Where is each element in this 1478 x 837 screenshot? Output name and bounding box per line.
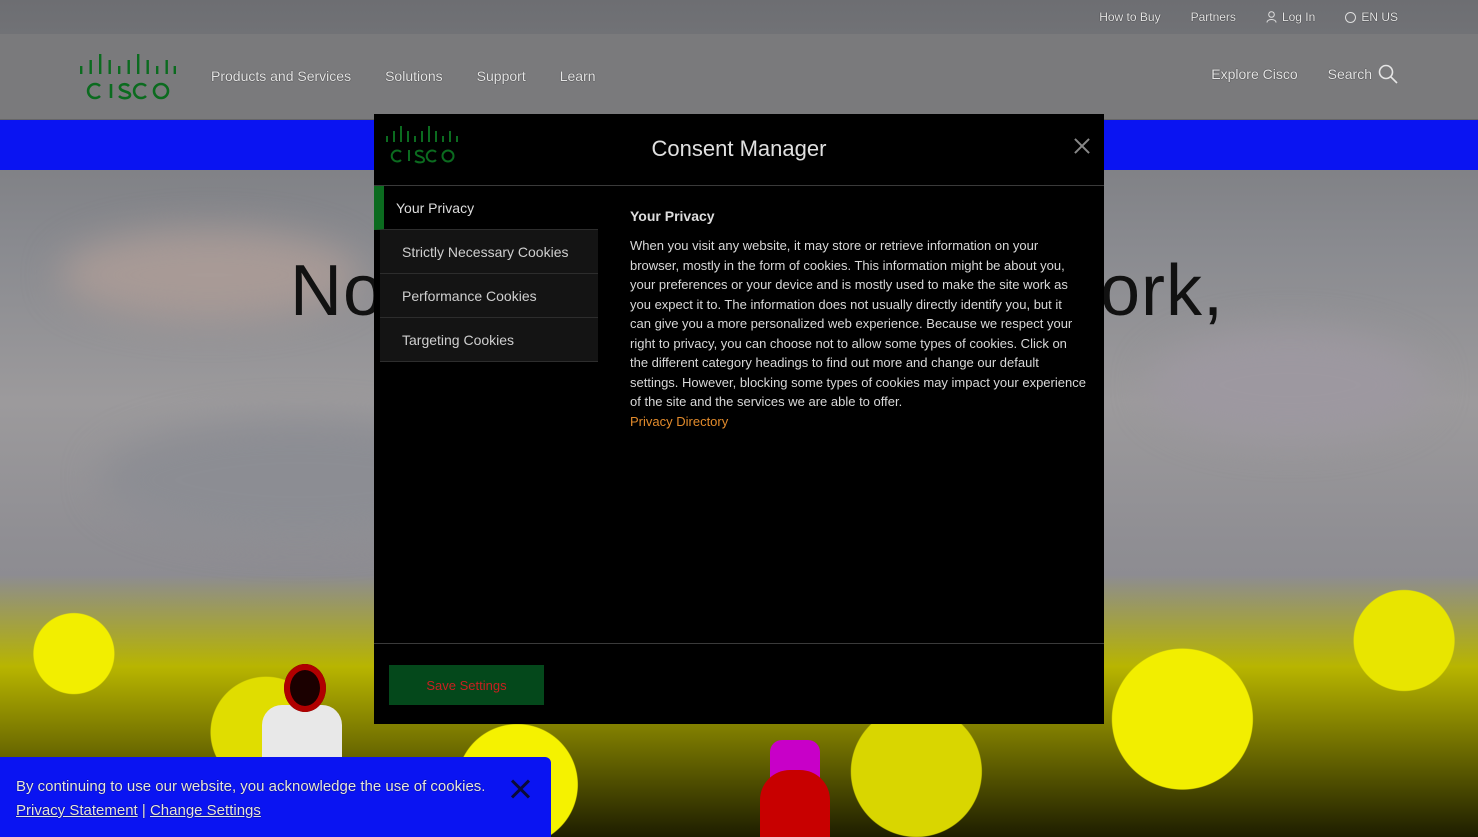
hero-headline-left: No bbox=[290, 251, 385, 331]
utility-bar: How to Buy Partners Log In EN US bbox=[0, 0, 1478, 34]
log-in-label: Log In bbox=[1281, 10, 1316, 24]
link-separator: | bbox=[141, 802, 146, 819]
hero-headline-right: ork, bbox=[1100, 251, 1225, 331]
language-selector[interactable]: EN US bbox=[1345, 10, 1398, 24]
nav-item-products[interactable]: Products and Services bbox=[211, 68, 351, 84]
explore-cisco-link[interactable]: Explore Cisco bbox=[1211, 66, 1297, 82]
cloud bbox=[1150, 330, 1430, 440]
cisco-logo[interactable] bbox=[80, 50, 176, 102]
cookie-category-tabs: Your Privacy Strictly Necessary Cookies … bbox=[374, 186, 598, 362]
tab-strictly-necessary-cookies[interactable]: Strictly Necessary Cookies bbox=[380, 230, 598, 274]
main-header: Products and Services Solutions Support … bbox=[0, 34, 1478, 120]
person-head bbox=[284, 664, 326, 712]
user-icon bbox=[1266, 11, 1277, 23]
search-icon bbox=[1378, 64, 1398, 84]
tab-your-privacy[interactable]: Your Privacy bbox=[374, 186, 598, 230]
change-settings-link[interactable]: Change Settings bbox=[150, 802, 261, 819]
nav-item-support[interactable]: Support bbox=[477, 68, 526, 84]
modal-footer: Save Settings bbox=[374, 643, 1104, 724]
nav-item-learn[interactable]: Learn bbox=[560, 68, 596, 84]
privacy-directory-link[interactable]: Privacy Directory bbox=[630, 412, 1086, 432]
content-body: When you visit any website, it may store… bbox=[630, 238, 1086, 409]
partners-link[interactable]: Partners bbox=[1191, 10, 1236, 24]
modal-header: Consent Manager bbox=[374, 114, 1104, 186]
close-icon[interactable] bbox=[1074, 138, 1090, 154]
cookie-banner: By continuing to use our website, you ac… bbox=[0, 757, 551, 837]
how-to-buy-link[interactable]: How to Buy bbox=[1099, 10, 1160, 24]
tab-content-panel: Your Privacy When you visit any website,… bbox=[630, 208, 1086, 431]
privacy-statement-link[interactable]: Privacy Statement bbox=[16, 802, 138, 819]
person-figure bbox=[760, 770, 830, 837]
search-button[interactable]: Search bbox=[1328, 64, 1398, 84]
tab-performance-cookies[interactable]: Performance Cookies bbox=[380, 274, 598, 318]
save-settings-button[interactable]: Save Settings bbox=[389, 665, 544, 705]
cookie-banner-text: By continuing to use our website, you ac… bbox=[16, 775, 486, 823]
person-figure bbox=[262, 705, 342, 765]
consent-manager-dialog: Consent Manager Your Privacy Strictly Ne… bbox=[374, 114, 1104, 724]
close-icon[interactable] bbox=[511, 779, 531, 799]
nav-item-solutions[interactable]: Solutions bbox=[385, 68, 443, 84]
globe-icon bbox=[1345, 11, 1357, 23]
search-label: Search bbox=[1327, 66, 1372, 82]
modal-title: Consent Manager bbox=[651, 136, 827, 161]
language-label: EN US bbox=[1361, 10, 1398, 24]
primary-nav: Products and Services Solutions Support … bbox=[211, 68, 596, 84]
cookie-banner-message: By continuing to use our website, you ac… bbox=[16, 778, 486, 795]
content-heading: Your Privacy bbox=[630, 208, 715, 224]
tab-targeting-cookies[interactable]: Targeting Cookies bbox=[380, 318, 598, 362]
log-in-link[interactable]: Log In bbox=[1266, 10, 1315, 24]
header-actions: Explore Cisco Search bbox=[1211, 64, 1398, 84]
